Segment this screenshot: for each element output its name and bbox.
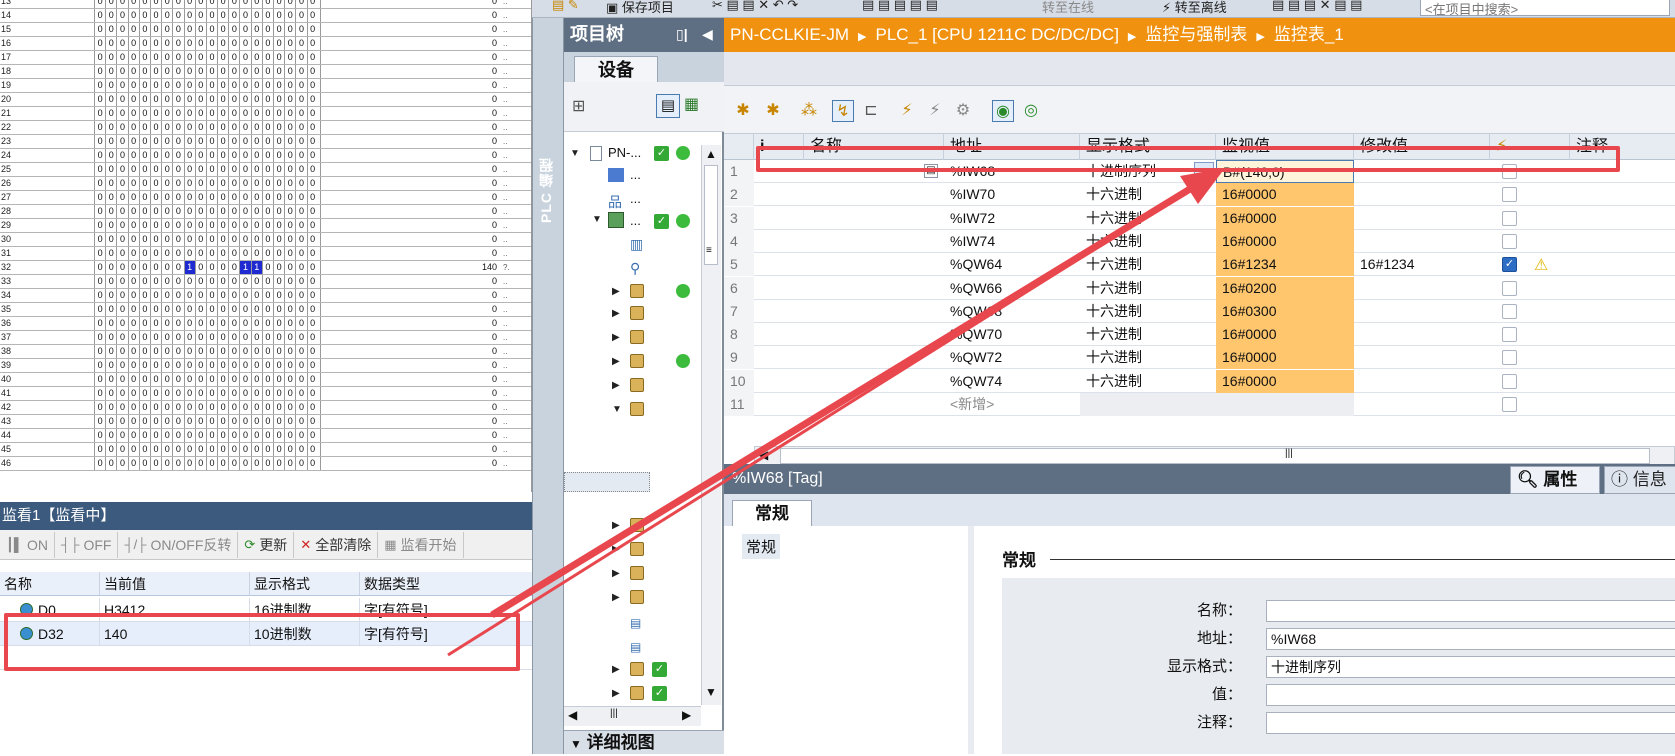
annotation-arrow-head	[1180, 168, 1225, 204]
annotation-arrow	[447, 168, 1225, 657]
annotation-arrow-line-thick	[490, 175, 1210, 618]
